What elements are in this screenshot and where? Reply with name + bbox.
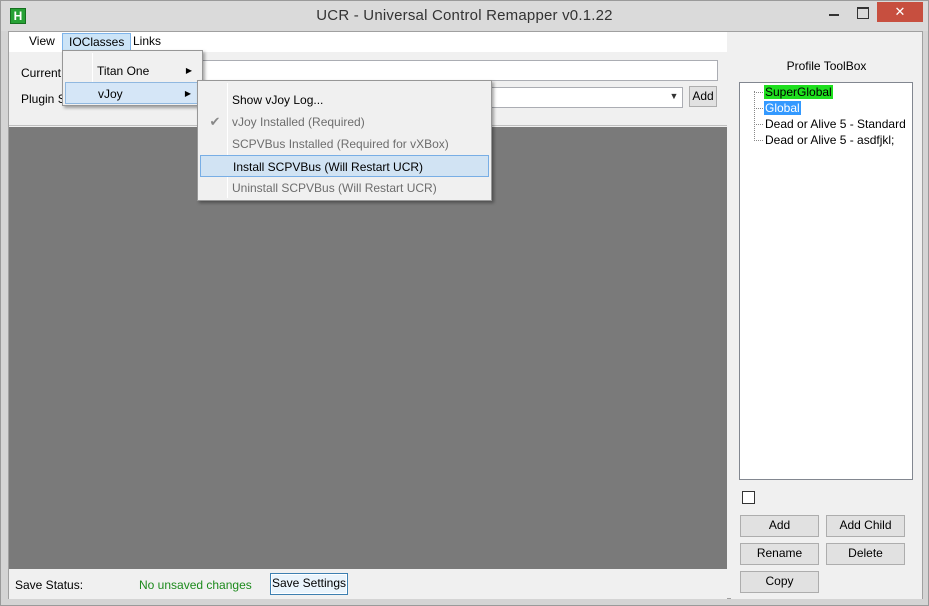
menu-item-vjoy-installed: ✔ vJoy Installed (Required) bbox=[200, 111, 489, 133]
chevron-right-icon: ▶ bbox=[184, 89, 191, 98]
title-bar[interactable]: H UCR - Universal Control Remapper v0.1.… bbox=[1, 1, 928, 31]
close-icon[interactable]: ✕ bbox=[877, 2, 923, 22]
chevron-right-icon: ▶ bbox=[185, 66, 192, 75]
save-settings-button[interactable]: Save Settings bbox=[270, 573, 348, 595]
save-status-value: No unsaved changes bbox=[139, 578, 252, 592]
copy-profile-button[interactable]: Copy bbox=[740, 571, 819, 593]
plugin-select-dropdown[interactable]: ▼ bbox=[489, 87, 683, 108]
rename-profile-button[interactable]: Rename bbox=[740, 543, 819, 565]
profile-tree[interactable]: SuperGlobal Global Dead or Alive 5 - Sta… bbox=[739, 82, 913, 480]
toolbox-title: Profile ToolBox bbox=[786, 59, 867, 73]
tree-node-profile[interactable]: Dead or Alive 5 - Standard bbox=[764, 117, 907, 131]
tree-connector bbox=[754, 91, 755, 141]
menu-item-label: vJoy Installed (Required) bbox=[232, 115, 365, 129]
tree-connector bbox=[754, 108, 763, 109]
status-bar: Save Status: No unsaved changes Save Set… bbox=[9, 569, 727, 599]
save-status-label: Save Status: bbox=[15, 578, 84, 592]
tree-node-global[interactable]: Global bbox=[764, 101, 801, 115]
menu-item-vjoy[interactable]: vJoy ▶ bbox=[65, 82, 200, 104]
delete-profile-button[interactable]: Delete bbox=[826, 543, 905, 565]
tree-connector bbox=[754, 140, 763, 141]
profile-toolbox: Profile ToolBox SuperGlobal Global Dead … bbox=[731, 52, 922, 599]
window-title: UCR - Universal Control Remapper v0.1.22 bbox=[316, 7, 613, 24]
add-child-button[interactable]: Add Child bbox=[826, 515, 905, 537]
menu-item-label: vJoy bbox=[98, 87, 123, 101]
add-plugin-button[interactable]: Add bbox=[689, 86, 717, 107]
ioclasses-menu: Titan One ▶ vJoy ▶ bbox=[62, 50, 203, 106]
chevron-down-icon: ▼ bbox=[669, 91, 679, 101]
add-profile-button[interactable]: Add bbox=[740, 515, 819, 537]
vjoy-submenu: Show vJoy Log... ✔ vJoy Installed (Requi… bbox=[197, 80, 492, 201]
menu-item-label: Uninstall SCPVBus (Will Restart UCR) bbox=[232, 181, 437, 195]
tree-connector bbox=[754, 124, 763, 125]
menu-item-titan-one[interactable]: Titan One ▶ bbox=[65, 60, 200, 82]
current-profile-field[interactable] bbox=[199, 60, 718, 81]
menu-item-label: Show vJoy Log... bbox=[232, 93, 324, 107]
tree-connector bbox=[754, 92, 763, 93]
menu-item-show-vjoy-log[interactable]: Show vJoy Log... bbox=[200, 89, 489, 111]
menu-bar: View IOClasses Links bbox=[9, 32, 727, 52]
menu-item-uninstall-scpvbus: Uninstall SCPVBus (Will Restart UCR) bbox=[200, 177, 489, 199]
menu-item-label: SCPVBus Installed (Required for vXBox) bbox=[232, 137, 449, 151]
menu-item-scpvbus-installed: SCPVBus Installed (Required for vXBox) bbox=[200, 133, 489, 155]
toolbox-checkbox[interactable] bbox=[742, 491, 755, 504]
menu-item-label: Install SCPVBus (Will Restart UCR) bbox=[233, 160, 424, 174]
menu-item-label: Titan One bbox=[97, 64, 150, 78]
checkmark-icon: ✔ bbox=[209, 114, 221, 129]
tree-node-profile[interactable]: Dead or Alive 5 - asdfjkl; bbox=[764, 133, 895, 147]
tree-node-superglobal[interactable]: SuperGlobal bbox=[764, 85, 833, 99]
menu-item-install-scpvbus[interactable]: Install SCPVBus (Will Restart UCR) bbox=[200, 155, 489, 177]
maximize-icon[interactable] bbox=[849, 2, 875, 22]
minimize-icon[interactable] bbox=[821, 2, 847, 22]
menu-view[interactable]: View bbox=[23, 33, 61, 52]
